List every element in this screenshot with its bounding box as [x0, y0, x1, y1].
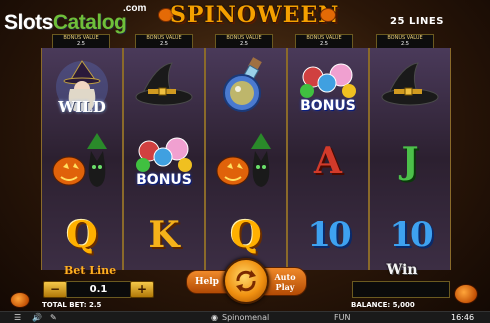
bonus-value-amount: 2.5 [240, 41, 248, 47]
k-symbol-text: K [148, 214, 180, 256]
bet-line-value: 0.1 [66, 281, 131, 298]
logo-slots-text: Slots [4, 11, 53, 34]
potion-symbol [206, 50, 286, 124]
reel-grid: WILD Q BONUS K Q BONUS A 10 J 10 [41, 48, 451, 270]
ten-symbol-text: 10 [389, 215, 433, 255]
lines-count: 25 LINES [390, 16, 444, 27]
a-symbol-text: A [314, 140, 342, 182]
bonus-value-amount: 2.5 [320, 41, 328, 47]
q-symbol-text: Q [66, 214, 98, 256]
menu-icon[interactable]: ☰ [14, 313, 21, 323]
bonus-symbol: BONUS [288, 50, 368, 124]
logo-catalog-text: Catalog [52, 11, 127, 34]
spin-button[interactable] [223, 258, 269, 304]
bonus-value-label: BONUS VALUE 2.5 [376, 34, 434, 49]
win-label: Win [386, 262, 418, 278]
spinomenal-logo-icon: ◉ [211, 313, 218, 322]
sound-icon[interactable]: 🔊 [32, 313, 42, 323]
clock: 16:46 [451, 313, 475, 322]
witch-hat-icon [381, 62, 439, 106]
pumpkin-cat-icon [216, 133, 271, 187]
autoplay-button[interactable]: Auto Play [263, 267, 307, 296]
bonus-symbol: BONUS [124, 124, 204, 198]
game-screen: Slots Catalog .com SPINOWEEN 25 LINES BON… [0, 0, 490, 323]
wild-label: WILD [58, 98, 106, 116]
play-mode: FUN [334, 313, 351, 322]
pumpkin-cat-symbol [42, 124, 122, 198]
game-title: SPINOWEEN [170, 2, 340, 28]
pumpkin-icon [320, 8, 336, 22]
witch-hat-icon [135, 62, 193, 106]
balance: BALANCE: 5,000 [351, 301, 415, 309]
witch-hat-symbol [370, 50, 450, 124]
spin-arrows-icon [236, 270, 256, 292]
q-symbol: Q [42, 198, 122, 272]
j-symbol: J [370, 124, 450, 198]
bonus-value-label: BONUS VALUE 2.5 [52, 34, 110, 49]
bonus-value-amount: 2.5 [401, 41, 409, 47]
bonus-label: BONUS [300, 98, 356, 114]
bonus-label: BONUS [136, 172, 192, 188]
j-symbol-text: J [401, 140, 419, 182]
reel-2: BONUS K [123, 48, 205, 270]
ten-symbol-text: 10 [307, 215, 351, 255]
a-symbol: A [288, 124, 368, 198]
witch-hat-symbol [124, 50, 204, 124]
pumpkin-cat-symbol [206, 124, 286, 198]
reel-3: Q [205, 48, 287, 270]
win-value [352, 281, 450, 298]
pumpkin-cat-icon [52, 133, 107, 187]
logo-com-text: .com [123, 3, 147, 14]
help-button[interactable]: Help [186, 270, 228, 294]
pumpkin-decoration-icon [454, 284, 478, 304]
settings-icon[interactable]: ✎ [50, 313, 57, 323]
ten-symbol: 10 [370, 198, 450, 272]
status-bar: ☰ 🔊 ✎ ◉ Spinomenal FUN 16:46 [0, 311, 490, 323]
bet-decrease-button[interactable]: − [43, 281, 67, 298]
reel-4: BONUS A 10 [287, 48, 369, 270]
bonus-value-label: BONUS VALUE 2.5 [295, 34, 353, 49]
site-logo: Slots Catalog .com [4, 3, 146, 35]
potion-icon [223, 57, 262, 112]
wild-symbol: WILD [42, 50, 122, 124]
provider-name: Spinomenal [222, 313, 270, 322]
q-symbol-text: Q [230, 214, 262, 256]
bet-increase-button[interactable]: + [130, 281, 154, 298]
bonus-value-label: BONUS VALUE 2.5 [215, 34, 273, 49]
total-bet: TOTAL BET: 2.5 [42, 301, 102, 309]
reel-5: J 10 [369, 48, 451, 270]
k-symbol: K [124, 198, 204, 272]
bet-line-label: Bet Line [64, 264, 117, 277]
bonus-value-amount: 2.5 [160, 41, 168, 47]
reel-1: WILD Q [41, 48, 123, 270]
bonus-value-label: BONUS VALUE 2.5 [135, 34, 193, 49]
ten-symbol: 10 [288, 198, 368, 272]
bonus-value-amount: 2.5 [77, 41, 85, 47]
pumpkin-decoration-icon [10, 292, 30, 308]
